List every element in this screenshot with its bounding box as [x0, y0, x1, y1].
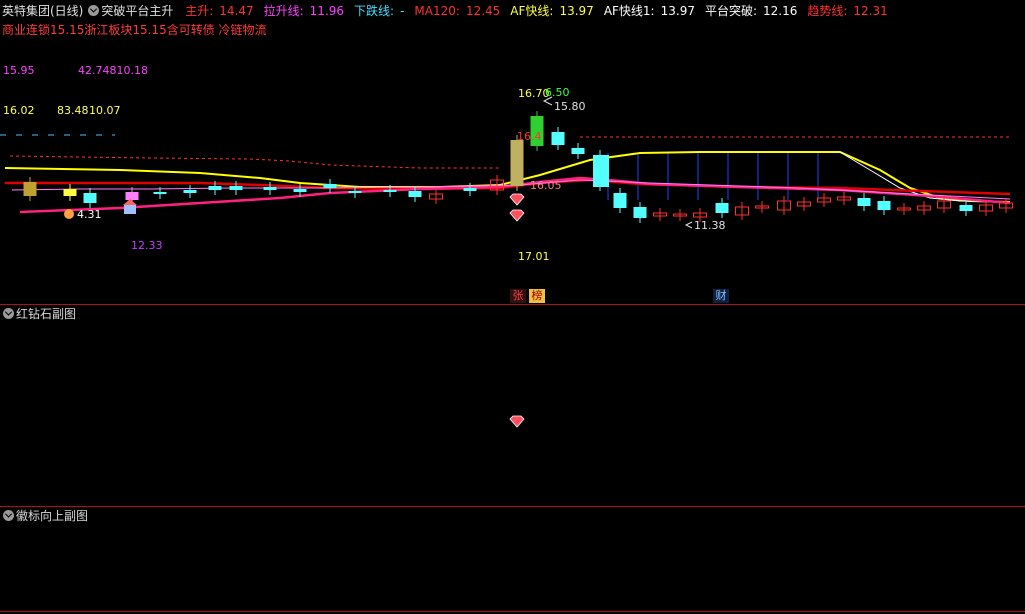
- candle-body: [959, 205, 973, 211]
- candle-body: [593, 155, 609, 187]
- pane-divider: [0, 611, 1025, 612]
- candle-body: [348, 191, 362, 193]
- candle-body: [571, 148, 585, 154]
- price-label: 42.74810.18: [78, 64, 148, 77]
- candle-body: [153, 192, 167, 194]
- diamond-icon: [509, 209, 525, 222]
- arrow-marker: [684, 221, 693, 229]
- candle-body: [183, 190, 197, 193]
- candle-body: [510, 140, 524, 186]
- pane-divider[interactable]: [0, 304, 1025, 305]
- price-label: 10.07: [89, 104, 121, 117]
- sub-pane-1-label: 红钻石副图: [16, 307, 77, 321]
- candle-body: [551, 132, 565, 145]
- candle-body: [63, 189, 77, 196]
- sub-pane-1-title[interactable]: 红钻石副图: [2, 307, 76, 321]
- hand-icon: [64, 209, 74, 219]
- candle-body: [613, 193, 627, 208]
- candle-body: [229, 186, 243, 190]
- candle-body: [323, 184, 337, 188]
- af-fast-line: [4, 151, 1011, 203]
- house-icon: [124, 204, 136, 214]
- price-label: 15.95: [3, 64, 35, 77]
- sub-pane-2-label: 徽标向上副图: [16, 509, 89, 523]
- price-label: 11.38: [694, 219, 726, 232]
- pane-divider[interactable]: [0, 506, 1025, 507]
- candle-body: [125, 192, 139, 200]
- candle-body: [877, 201, 891, 210]
- candle-body: [408, 191, 422, 197]
- candle-body: [293, 189, 307, 192]
- candle-body: [208, 186, 222, 190]
- price-label: 4.31: [77, 208, 102, 221]
- candle-body: [263, 187, 277, 190]
- price-label: 17.01: [518, 250, 550, 263]
- price-label: 16.02: [3, 104, 35, 117]
- cai-badge[interactable]: 财: [713, 289, 729, 303]
- chevron-down-icon[interactable]: [3, 308, 14, 319]
- price-label: 12.33: [131, 239, 163, 252]
- zhang-badge[interactable]: 张: [510, 289, 526, 303]
- candle-body: [23, 182, 37, 196]
- price-label: 16.4: [517, 130, 542, 143]
- candle-body: [633, 207, 647, 218]
- bang-badge[interactable]: 榜: [529, 289, 545, 303]
- candle-body: [463, 188, 477, 191]
- sub-pane-2-title[interactable]: 徽标向上副图: [2, 509, 88, 523]
- candle-body: [857, 198, 871, 206]
- candle-body: [83, 193, 97, 203]
- price-label: 16.05: [530, 179, 562, 192]
- kline-chart[interactable]: [0, 0, 1025, 614]
- candle-body: [715, 203, 729, 213]
- price-label: 15.80: [554, 100, 586, 113]
- dashed-resistance: [9, 155, 500, 169]
- candle-body: [383, 190, 397, 192]
- price-label: 6.50: [545, 86, 570, 99]
- chevron-down-icon[interactable]: [3, 510, 14, 521]
- diamond-icon: [509, 193, 525, 206]
- diamond-icon: [509, 415, 525, 428]
- price-label: 83.48: [57, 104, 89, 117]
